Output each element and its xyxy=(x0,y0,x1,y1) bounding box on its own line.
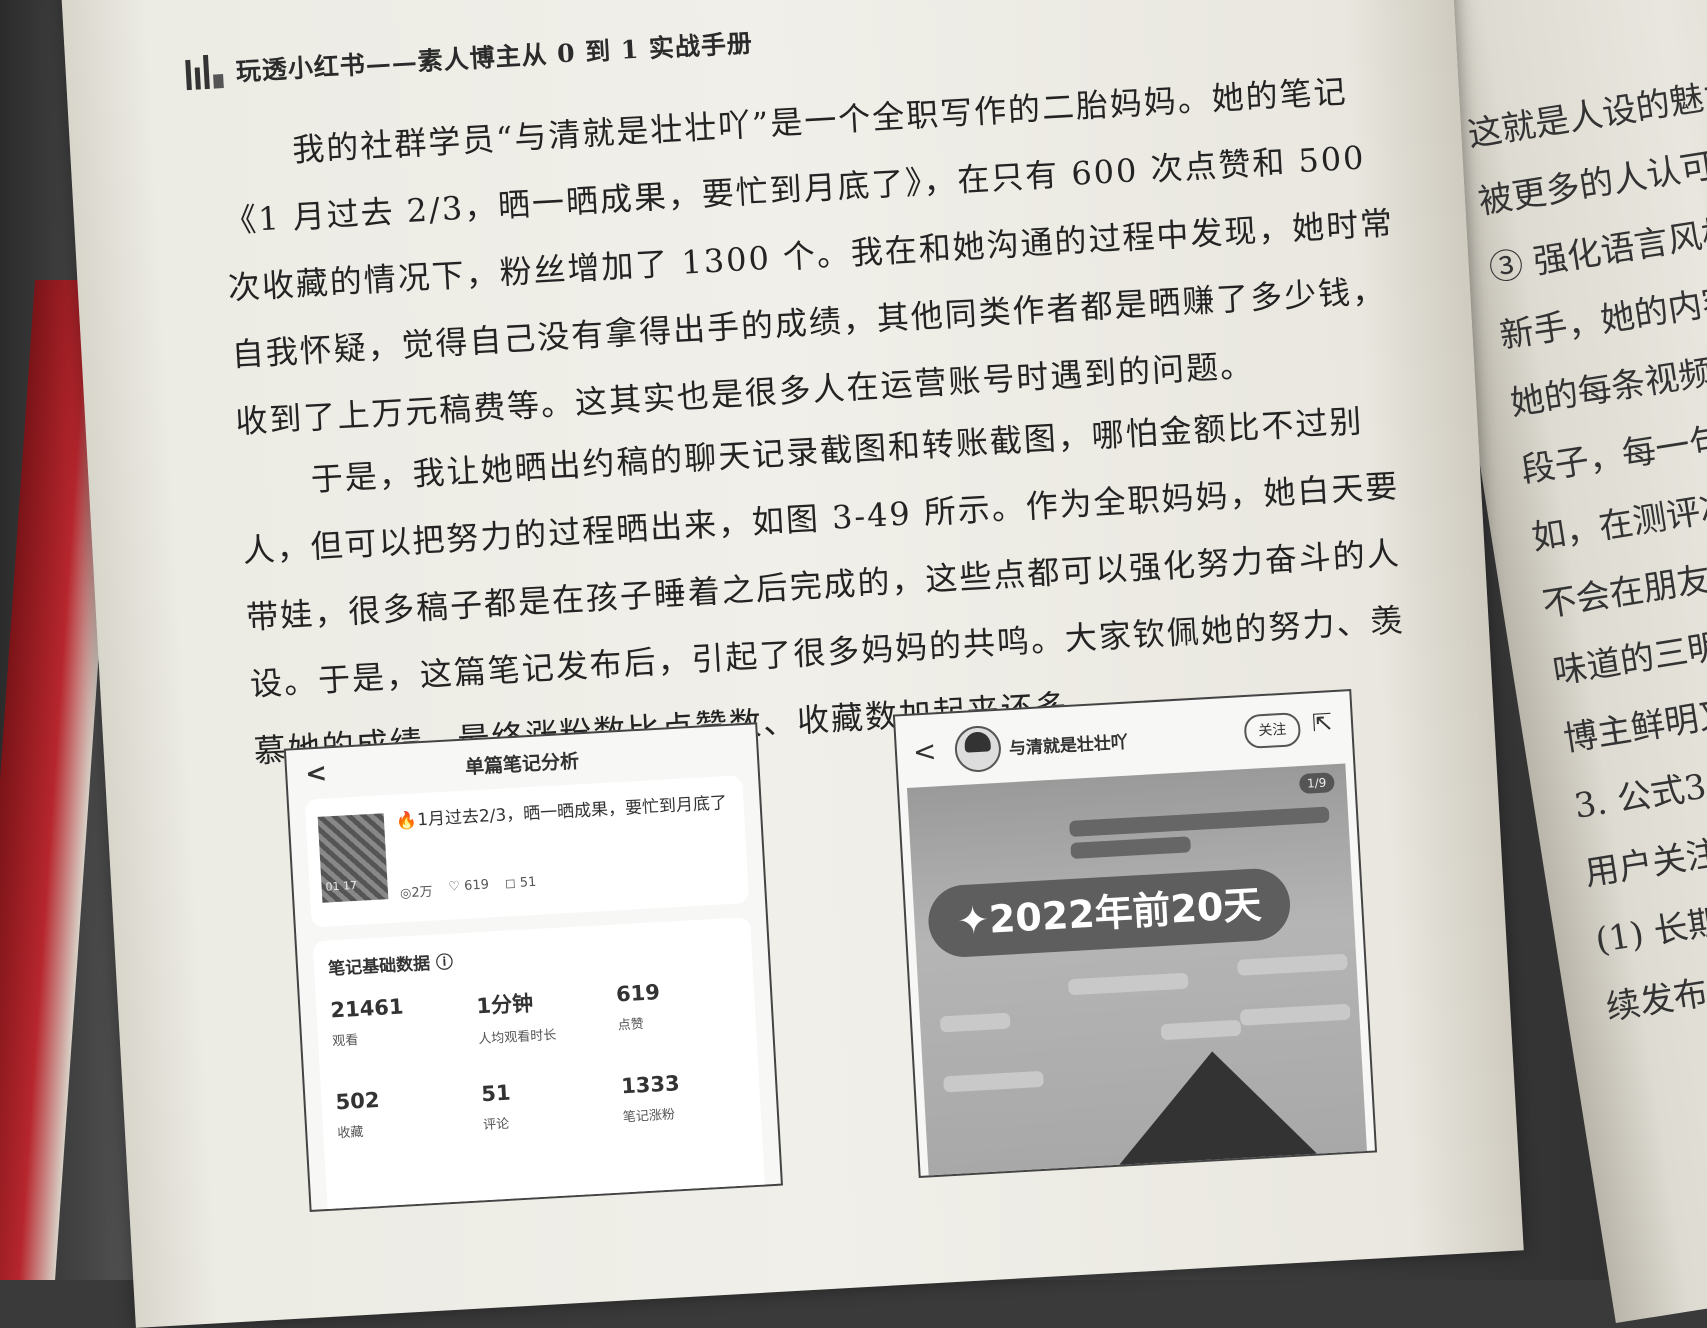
date-banner: ✦2022年前20天 xyxy=(926,866,1292,959)
burst-sticker xyxy=(1102,1045,1329,1178)
metric-label: 评论 xyxy=(482,1116,510,1134)
metric-label: 人均观看时长 xyxy=(477,1027,557,1048)
blurred-chat-text xyxy=(1239,1003,1351,1026)
metric-cell: 1333 笔记涨粉 xyxy=(620,1067,764,1126)
comments-count: ◻ 51 xyxy=(504,874,537,892)
back-arrow-icon: < xyxy=(912,734,938,769)
note-title: 🔥1月过去2/3，晒一晒成果，要忙到月底了 xyxy=(395,793,728,832)
section-title: 笔记基础数据 ⓘ xyxy=(327,952,454,980)
metric-value: 51 xyxy=(480,1080,512,1107)
blurred-chat-text xyxy=(943,1070,1044,1093)
likes-count: ♡ 619 xyxy=(448,877,490,895)
views-count: ◎2万 xyxy=(399,884,434,902)
share-icon: ⇱ xyxy=(1311,708,1333,738)
thumbnail-date: 01 17 xyxy=(325,878,358,894)
metric-value: 1333 xyxy=(620,1071,681,1099)
page-header: 玩透小红书——素人博主从 0 到 1 实战手册 xyxy=(185,23,754,91)
book-logo-icon xyxy=(185,54,227,91)
metric-value: 21461 xyxy=(329,994,405,1023)
author-name: 与清就是壮壮吖 xyxy=(1008,732,1129,760)
back-arrow-icon: < xyxy=(304,758,328,790)
metric-cell: 51 评论 xyxy=(480,1074,624,1134)
left-page: 玩透小红书——素人博主从 0 到 1 实战手册 我的社群学员“与清就是壮壮吖”是… xyxy=(60,0,1524,1328)
metric-value: 1分钟 xyxy=(475,991,534,1019)
metric-cell: 502 收藏 xyxy=(334,1083,478,1142)
blurred-chat-text xyxy=(939,1012,1011,1033)
metric-label: 收藏 xyxy=(336,1124,364,1142)
note-stats: ◎2万 ♡ 619 ◻ 51 xyxy=(399,875,537,902)
blurred-chat-text xyxy=(1070,836,1192,859)
header-title: 玩透小红书——素人博主从 0 到 1 实战手册 xyxy=(235,28,754,87)
metric-value: 619 xyxy=(615,980,661,1007)
screenshot-title: 单篇笔记分析 xyxy=(464,749,580,779)
avatar xyxy=(953,724,1003,774)
note-analysis-screenshot: < 单篇笔记分析 01 17 🔥1月过去2/3，晒一晒成果，要忙到月底了 ◎2万… xyxy=(283,722,783,1212)
page-indicator: 1/9 xyxy=(1298,772,1335,795)
blurred-chat-text xyxy=(1069,806,1330,837)
metric-label: 点赞 xyxy=(617,1017,645,1034)
blurred-chat-text xyxy=(1160,1019,1242,1041)
metric-cell: 619 点赞 xyxy=(615,975,758,1034)
blurred-chat-text xyxy=(1237,953,1348,976)
metric-value: 502 xyxy=(334,1087,381,1115)
metric-label: 笔记涨粉 xyxy=(622,1107,676,1126)
note-detail-screenshot: < 与清就是壮壮吖 关注 ⇱ 1/9 ✦2022年前20天 xyxy=(892,689,1378,1178)
basic-data-panel: 笔记基础数据 ⓘ 21461 观看 1分钟人均观看时长 619 点赞 502 收藏 5… xyxy=(312,916,766,1212)
metric-cell: 1分钟人均观看时长 xyxy=(475,983,619,1048)
follow-button: 关注 xyxy=(1243,711,1302,750)
blurred-chat-text xyxy=(1067,972,1189,996)
note-image: 1/9 ✦2022年前20天 xyxy=(906,763,1368,1178)
metric-cell: 21461 观看 xyxy=(329,991,473,1050)
note-card: 01 17 🔥1月过去2/3，晒一晒成果，要忙到月底了 ◎2万 ♡ 619 ◻ … xyxy=(304,775,750,928)
metric-label: 观看 xyxy=(331,1033,359,1050)
